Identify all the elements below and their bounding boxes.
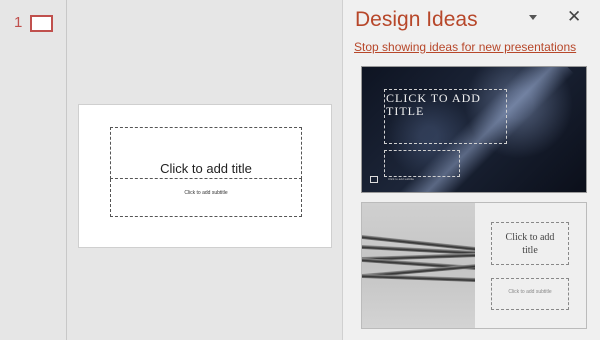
card-subtitle-placeholder: Click to add subtitle [491, 278, 569, 310]
subtitle-placeholder-text: Click to add subtitle [184, 190, 228, 196]
card-text-area: Click to add title Click to add subtitle [475, 203, 586, 328]
card-title-placeholder: CLICK TO ADD TITLE [384, 89, 507, 144]
subtitle-placeholder[interactable]: Click to add subtitle [110, 179, 302, 217]
slide-editing-area: Click to add title Click to add subtitle [68, 0, 341, 340]
title-placeholder[interactable]: Click to add title [110, 127, 302, 179]
video-camera-icon [370, 176, 378, 183]
design-idea-card-snowflake[interactable]: CLICK TO ADD TITLE Click to add subtitle [361, 66, 587, 193]
rope-image [362, 203, 475, 328]
card-subtitle-text: Click to add subtitle [508, 289, 552, 295]
card-title-placeholder: Click to add title [491, 222, 569, 265]
design-idea-card-rope[interactable]: Click to add title Click to add subtitle [361, 202, 587, 329]
card-title-text: Click to add title [505, 231, 555, 256]
pane-options-chevron-down-icon[interactable] [529, 15, 537, 20]
card-subtitle-text: Click to add subtitle [388, 177, 415, 181]
card-title-text: CLICK TO ADD TITLE [386, 91, 481, 118]
slide-thumbnail[interactable] [30, 15, 53, 32]
close-icon[interactable]: ✕ [567, 7, 581, 27]
card-subtitle-placeholder: Click to add subtitle [384, 150, 460, 181]
title-placeholder-text: Click to add title [160, 161, 252, 176]
slide-canvas[interactable]: Click to add title Click to add subtitle [78, 104, 332, 248]
design-ideas-pane: Design Ideas ✕ Stop showing ideas for ne… [342, 0, 600, 340]
slide-thumbnail-pane: 1 [0, 0, 67, 340]
stop-showing-ideas-link[interactable]: Stop showing ideas for new presentations [354, 40, 576, 54]
pane-title: Design Ideas [355, 8, 478, 31]
slide-number: 1 [14, 14, 23, 31]
